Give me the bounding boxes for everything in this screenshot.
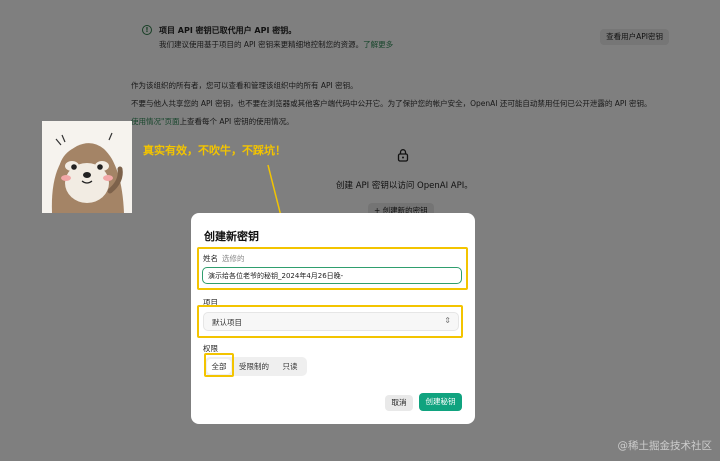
permission-readonly[interactable]: 只读 bbox=[277, 359, 303, 374]
dialog-title: 创建新密钥 bbox=[204, 230, 259, 243]
permission-limited[interactable]: 受限制的 bbox=[235, 359, 273, 374]
highlight-name-box bbox=[197, 247, 468, 290]
cancel-button[interactable]: 取消 bbox=[385, 395, 413, 411]
otter-image bbox=[42, 121, 132, 213]
create-key-button[interactable]: 创建秘钥 bbox=[419, 393, 462, 411]
otter-sticker bbox=[42, 121, 132, 213]
watermark: @稀土掘金技术社区 bbox=[617, 440, 713, 452]
create-key-dialog: 创建新密钥 姓名选修的 项目 默认项目 ⇕ 权限 全部 受限制的 只读 取消 创… bbox=[191, 213, 475, 424]
highlight-project-box bbox=[197, 305, 463, 338]
annotation-caption: 真实有效，不吹牛，不踩坑！ bbox=[143, 144, 286, 157]
highlight-all-box bbox=[204, 353, 234, 377]
